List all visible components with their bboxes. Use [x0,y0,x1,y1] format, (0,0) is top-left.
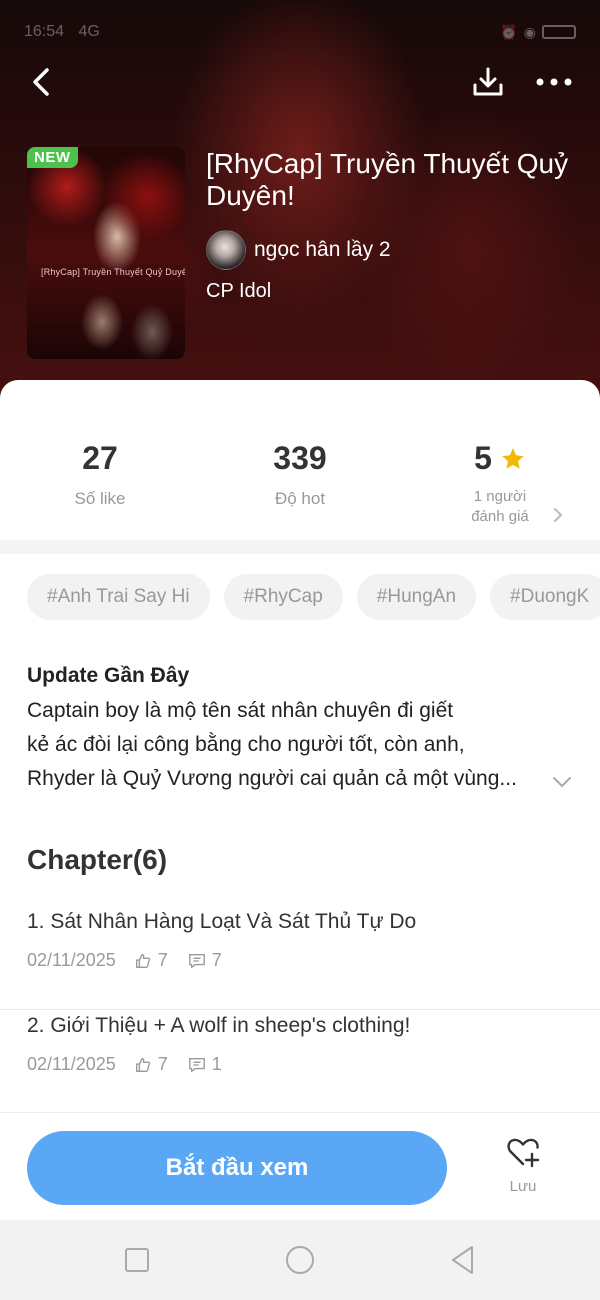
tag-chip[interactable]: #Anh Trai Say Hi [27,574,210,620]
description-line: Rhyder là Quỷ Vương người cai quản cả mộ… [27,767,517,790]
hero-header: 16:54 4G ⏰ ◉ [RhyCap] Truyền Thuyết Quỷ … [0,0,600,420]
chapter-likes: 7 [157,950,168,970]
battery-icon [542,25,576,39]
back-arrow-icon [33,68,49,96]
description-line: Captain boy là mộ tên sát nhân chuyên đi… [27,699,454,722]
more-dots-icon [536,78,572,86]
cover-caption: [RhyCap] Truyền Thuyết Quỷ Duyên [41,267,185,277]
start-reading-button[interactable]: Bắt đầu xem [27,1131,447,1205]
likes-value: 27 [82,440,118,476]
save-label: Lưu [509,1178,537,1195]
alarm-icon: ⏰ [500,23,518,40]
chapter-item[interactable]: 2. Giới Thiệu + A wolf in sheep's clothi… [0,1014,600,1114]
more-options-button[interactable] [530,60,578,104]
hot-value: 339 [273,440,327,476]
triangle-back-icon[interactable] [445,1242,481,1278]
tag-chip[interactable]: #RhyCap [223,574,343,620]
chapter-title: 2. Giới Thiệu + A wolf in sheep's clothi… [27,1014,411,1037]
tag-list: #Anh Trai Say Hi #RhyCap #HungAn #DuongK [27,574,600,620]
story-cover-image[interactable]: [RhyCap] Truyền Thuyết Quỷ Duyên [27,147,185,359]
thumbs-up-icon [135,1057,150,1072]
system-navigation-bar [0,1220,600,1300]
chevron-right-icon[interactable] [548,505,568,525]
hot-label: Độ hot [274,489,326,508]
save-button[interactable]: Lưu [488,1135,558,1205]
back-button[interactable] [22,62,62,102]
chevron-down-icon[interactable] [550,770,574,794]
thumbs-up-icon [135,953,150,968]
rating-value: 5 [474,440,492,476]
rating-count-sublabel: đánh giá [471,508,529,525]
rating-count-label: 1 người [473,488,527,505]
stat-likes: 27 Số like [0,440,200,509]
download-button[interactable] [466,60,510,104]
comment-icon [188,953,205,968]
circle-icon[interactable] [282,1242,318,1278]
bottom-action-bar: Bắt đầu xem Lưu [0,1112,600,1220]
tag-chip[interactable]: #DuongK [490,574,600,620]
chapter-likes: 7 [157,1054,168,1074]
square-icon[interactable] [119,1242,155,1278]
likes-label: Số like [74,489,126,508]
chapter-date: 02/11/2025 [27,950,116,970]
author-avatar [206,230,246,270]
status-time: 16:54 [24,23,65,40]
chapter-date: 02/11/2025 [27,1054,116,1074]
chapter-meta: 02/11/2025 7 7 [27,950,222,971]
download-icon [473,67,503,96]
signal-label: 4G [78,23,100,40]
top-navigation [0,60,600,104]
description-line: kẻ ác đòi lại công bằng cho người tốt, c… [27,733,465,756]
chapter-title: 1. Sát Nhân Hàng Loạt Và Sát Thủ Tự Do [27,910,417,933]
comment-icon [188,1057,205,1072]
heart-plus-icon [507,1138,540,1168]
wifi-icon: ◉ [523,23,536,40]
stats-row: 27 Số like 339 Độ hot 5 1 người đánh giá [0,410,600,530]
author-name: ngọc hân lầy 2 [254,238,391,261]
chapter-comments: 1 [211,1054,222,1074]
detail-sheet: 27 Số like 339 Độ hot 5 1 người đánh giá… [0,380,600,1220]
author-link[interactable]: ngọc hân lầy 2 [206,230,391,270]
chapter-list-heading: Chapter(6) [27,844,168,875]
stat-hot: 339 Độ hot [200,440,400,509]
section-divider [0,540,600,554]
tag-chip[interactable]: #HungAn [356,574,477,620]
chapter-item[interactable]: 1. Sát Nhân Hàng Loạt Và Sát Thủ Tự Do 0… [0,910,600,1010]
status-bar: 16:54 4G ⏰ ◉ [24,18,576,46]
update-heading: Update Gần Đây [27,664,190,687]
new-badge: NEW [27,147,78,168]
story-title: [RhyCap] Truyền Thuyết Quỷ Duyên! [206,148,569,211]
chapter-comments: 7 [211,950,222,970]
update-description[interactable]: Captain boy là mộ tên sát nhân chuyên đi… [27,694,547,796]
stat-rating[interactable]: 5 1 người đánh giá [400,440,600,527]
star-icon [502,447,524,469]
story-category[interactable]: CP Idol [206,280,271,303]
chapter-meta: 02/11/2025 7 1 [27,1054,222,1075]
